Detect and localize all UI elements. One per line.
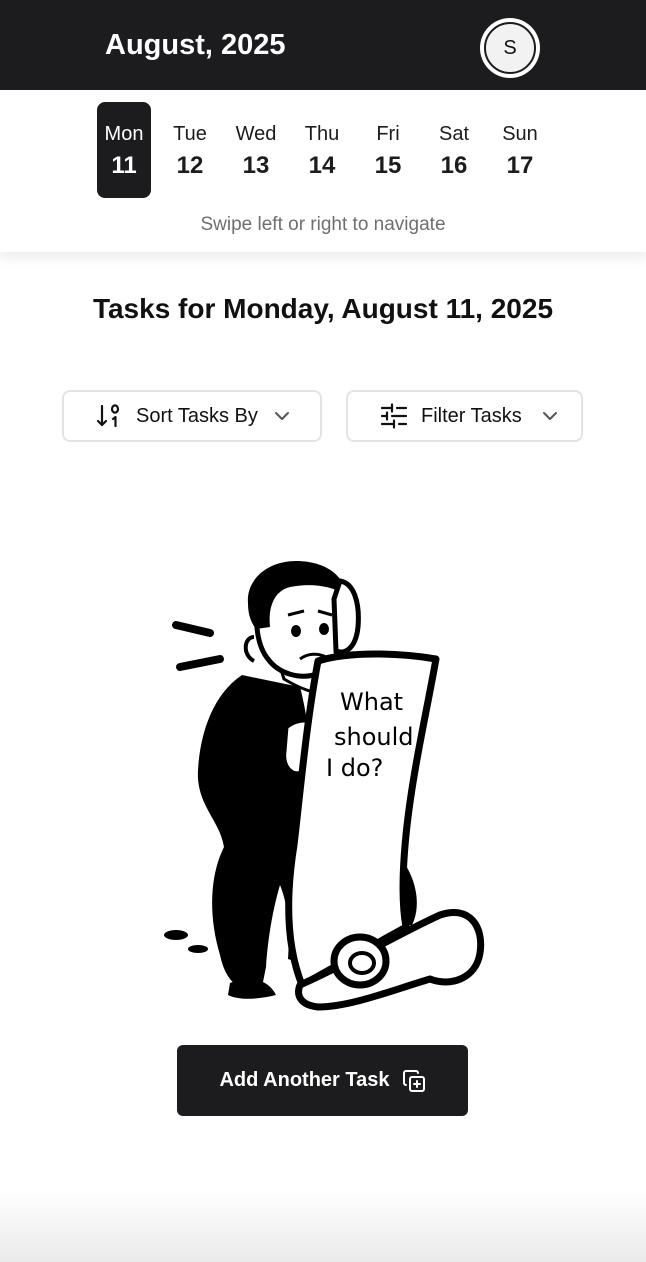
day-number: 16 (440, 152, 468, 179)
day-name: Wed (235, 123, 277, 145)
week-strip: Mon 11 Tue 12 Wed 13 Thu 14 Fri 15 Sat 1… (0, 90, 646, 252)
page-title: Tasks for Monday, August 11, 2025 (92, 293, 554, 324)
sort-tasks-label: Sort Tasks By (136, 404, 258, 427)
add-another-task-label: Add Another Task (219, 1069, 390, 1091)
swipe-hint: Swipe left or right to navigate (200, 214, 446, 235)
day-wed[interactable]: Wed 13 (229, 102, 283, 198)
day-name: Sun (502, 123, 538, 145)
scroll-text-line-2: should (334, 723, 414, 751)
sliders-icon (380, 402, 408, 430)
sort-arrow-icon (96, 403, 122, 429)
day-sun[interactable]: Sun 17 (493, 102, 547, 198)
add-another-task-button[interactable]: Add Another Task (177, 1045, 468, 1116)
top-bar: August, 2025 S (0, 0, 646, 90)
avatar: S (484, 22, 536, 74)
month-title: August, 2025 (105, 29, 286, 61)
empty-state-illustration: What should I do? (150, 555, 496, 1015)
day-thu[interactable]: Thu 14 (295, 102, 349, 198)
day-name: Sat (438, 123, 470, 145)
sort-tasks-button[interactable]: Sort Tasks By (62, 390, 322, 442)
day-mon[interactable]: Mon 11 (97, 102, 151, 198)
day-number: 14 (308, 152, 336, 179)
bottom-fade (0, 1190, 646, 1262)
day-tue[interactable]: Tue 12 (163, 102, 217, 198)
day-number: 11 (111, 152, 137, 179)
day-number: 13 (242, 152, 270, 179)
day-name: Tue (173, 123, 207, 145)
day-number: 12 (176, 152, 204, 179)
chevron-down-icon (274, 408, 290, 424)
chevron-down-icon (542, 408, 558, 424)
day-sat[interactable]: Sat 16 (427, 102, 481, 198)
filter-tasks-button[interactable]: Filter Tasks (346, 390, 583, 442)
day-number: 17 (506, 152, 534, 179)
avatar-initial: S (503, 36, 517, 59)
day-number: 15 (374, 152, 402, 179)
copy-plus-icon (402, 1069, 426, 1093)
scroll-text-line-3: I do? (326, 754, 383, 782)
filter-tasks-label: Filter Tasks (421, 404, 522, 427)
day-name: Fri (376, 123, 400, 145)
day-name: Thu (304, 123, 340, 145)
scroll-text-line-1: What (340, 688, 403, 716)
avatar-button[interactable]: S (480, 18, 540, 78)
day-fri[interactable]: Fri 15 (361, 102, 415, 198)
day-name: Mon (104, 123, 144, 145)
